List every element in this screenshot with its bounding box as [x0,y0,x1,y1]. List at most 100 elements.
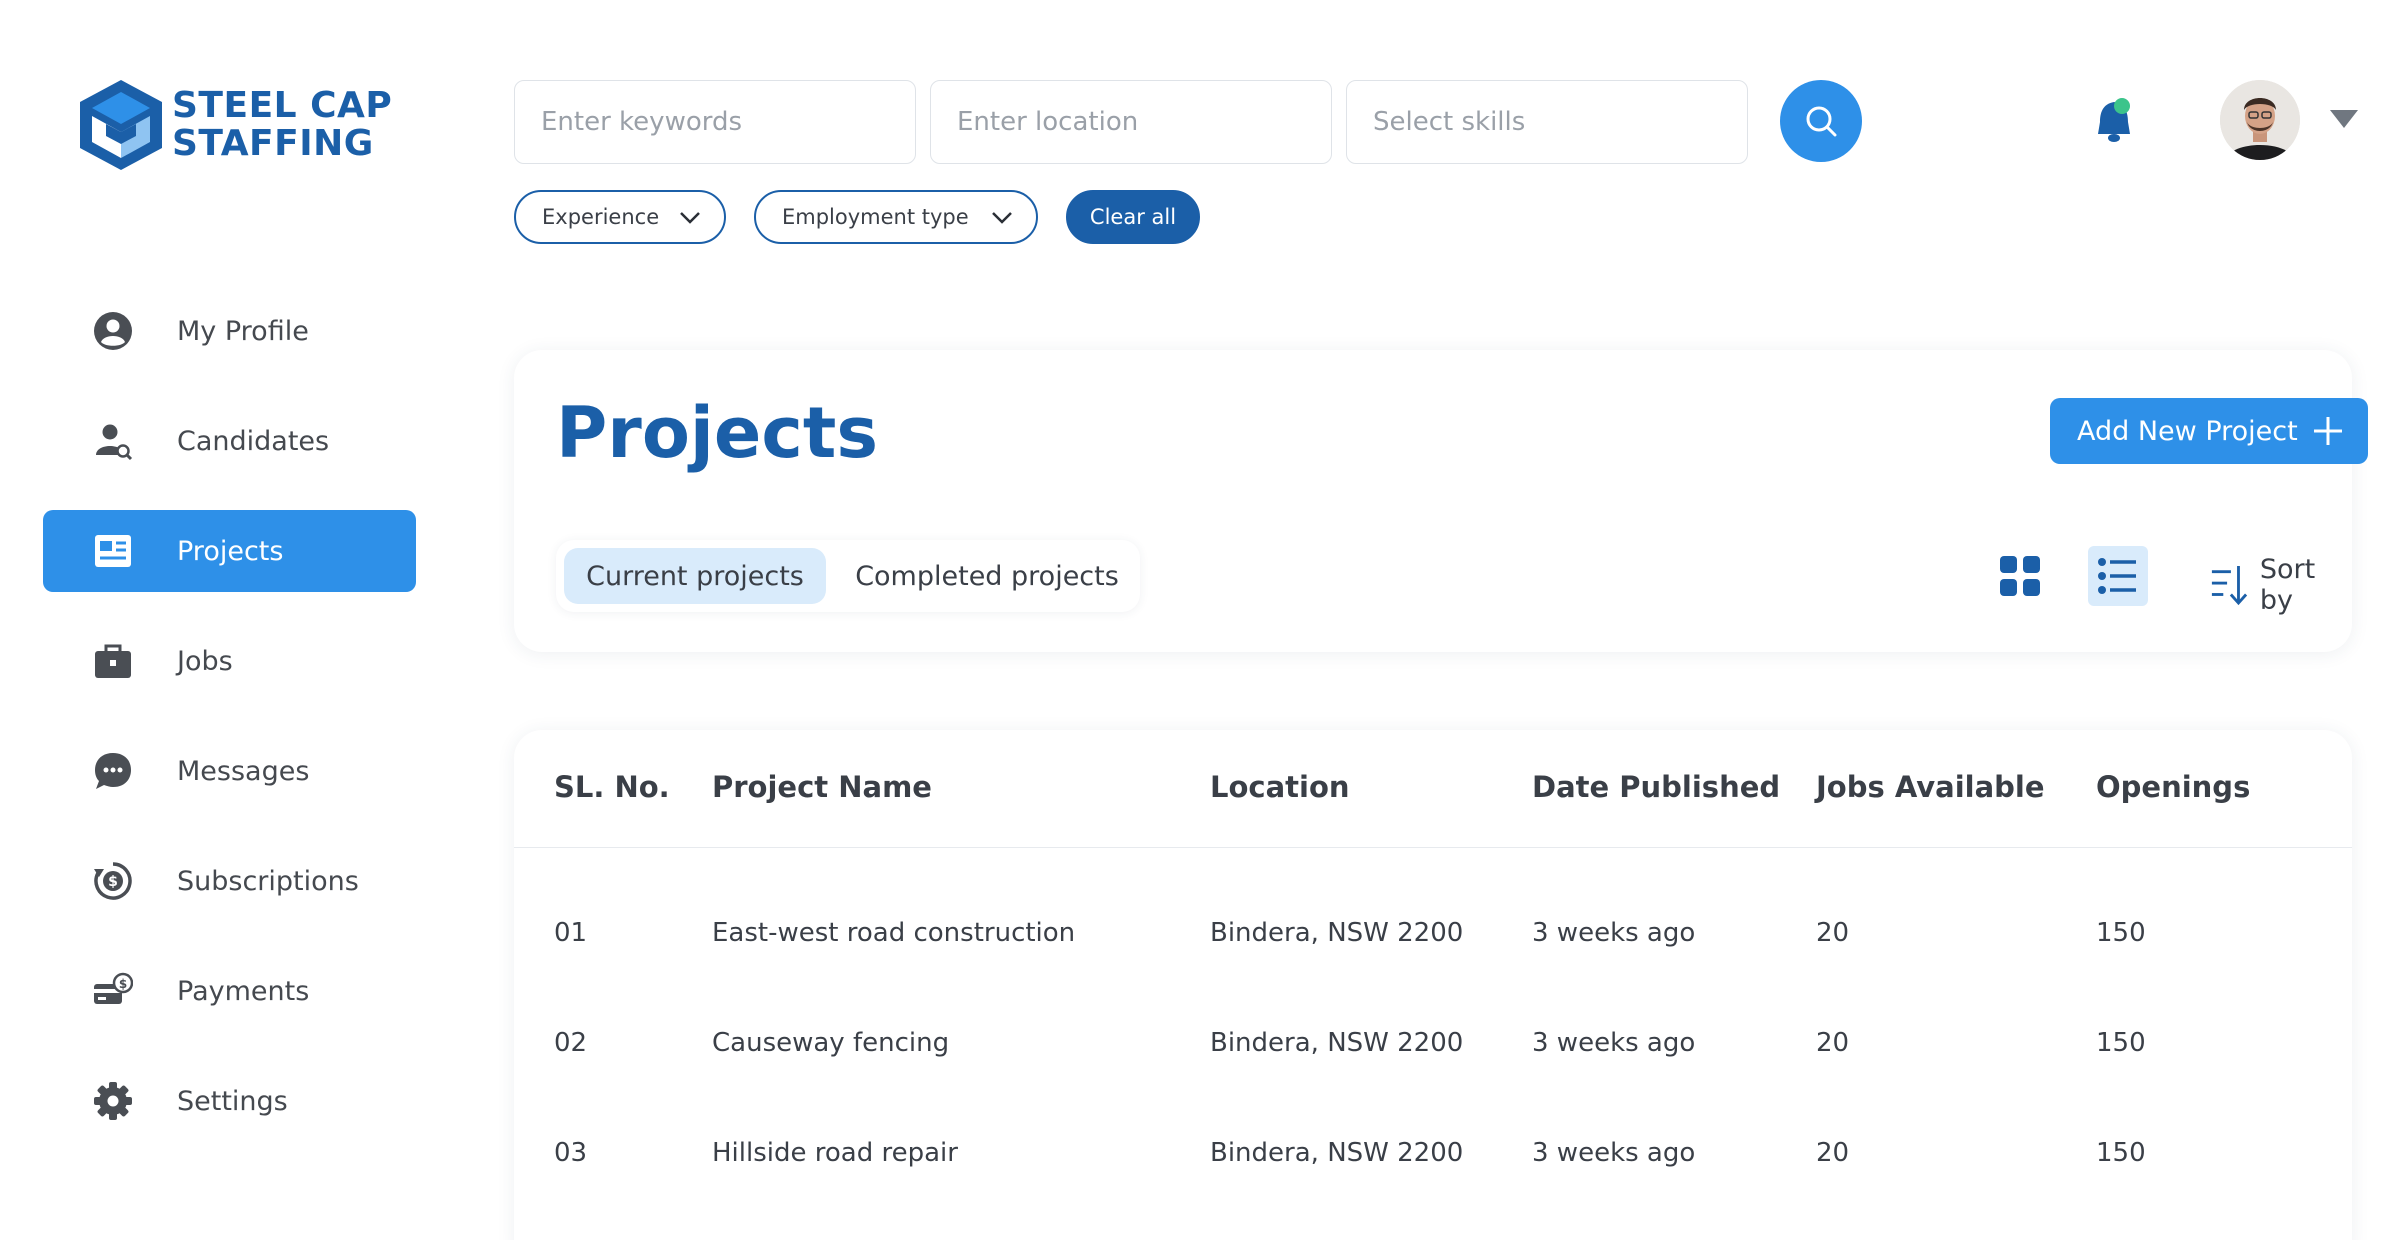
tab-label: Current projects [586,560,804,592]
payments-icon: $ [93,971,134,1011]
projects-icon [93,531,133,571]
employment-type-filter-label: Employment type [782,205,969,229]
candidate-search-icon [93,421,133,461]
employment-type-filter[interactable]: Employment type [754,190,1038,244]
account-menu-caret-icon[interactable] [2330,110,2358,128]
table-row[interactable]: 01 East-west road construction Bindera, … [514,918,2352,1028]
cell-sl-no: 03 [554,1138,588,1168]
add-new-project-button[interactable]: Add New Project [2050,398,2368,464]
project-tabs: Current projects Completed projects [556,540,1140,612]
cell-project-name[interactable]: Hillside road repair [712,1138,958,1168]
experience-filter[interactable]: Experience [514,190,726,244]
subscription-icon: $ [93,861,133,901]
brand-name: STEEL CAP STAFFING [172,87,392,163]
sidebar-item-label: Subscriptions [177,865,359,897]
cell-sl-no: 01 [554,918,588,948]
sidebar-item-label: Candidates [177,425,330,457]
brand-line-1: STEEL CAP [172,85,393,126]
chevron-down-icon [680,212,700,224]
cell-project-name[interactable]: East-west road construction [712,918,1075,948]
sidebar-item-candidates[interactable]: Candidates [43,400,416,482]
table-row[interactable]: 02 Causeway fencing Bindera, NSW 2200 3 … [514,1028,2352,1138]
user-circle-icon [93,311,133,351]
add-new-project-label: Add New Project [2077,415,2298,447]
sidebar-item-label: Jobs [177,645,233,677]
column-header-sl-no[interactable]: SL. No. [554,770,670,804]
experience-filter-label: Experience [542,205,660,229]
cell-sl-no: 02 [554,1028,588,1058]
cell-jobs-available: 20 [1816,918,1850,948]
sidebar: STEEL CAP STAFFING My Profile Candidates… [0,0,458,1240]
sort-icon [2211,566,2248,606]
table-header: SL. No. Project Name Location Date Publi… [514,730,2352,848]
column-header-project-name[interactable]: Project Name [712,770,932,804]
notification-dot [2114,98,2130,114]
avatar[interactable] [2220,80,2300,160]
keywords-placeholder: Enter keywords [541,107,743,137]
briefcase-icon [93,641,133,681]
keywords-input[interactable]: Enter keywords [514,80,916,164]
table-row[interactable]: 03 Hillside road repair Bindera, NSW 220… [514,1138,2352,1240]
clear-all-label: Clear all [1089,205,1177,229]
column-header-jobs-available[interactable]: Jobs Available [1816,770,2045,804]
search-icon [1806,106,1837,137]
sidebar-item-label: My Profile [177,315,309,347]
cell-project-name[interactable]: Causeway fencing [712,1028,949,1058]
cell-location: Bindera, NSW 2200 [1210,1138,1464,1168]
sidebar-item-settings[interactable]: Settings [43,1060,416,1142]
skills-placeholder: Select skills [1373,107,1526,137]
search-button[interactable] [1780,80,1862,162]
chat-bubble-icon [93,751,133,791]
cell-date-published: 3 weeks ago [1532,918,1696,948]
sidebar-item-subscriptions[interactable]: $ Subscriptions [43,840,416,922]
sidebar-item-my-profile[interactable]: My Profile [43,290,416,372]
cell-openings: 150 [2096,918,2146,948]
clear-all-button[interactable]: Clear all [1066,190,1200,244]
cell-date-published: 3 weeks ago [1532,1138,1696,1168]
skills-select[interactable]: Select skills [1346,80,1748,164]
notifications-button[interactable] [2088,92,2148,152]
tab-completed-projects[interactable]: Completed projects [842,548,1132,604]
grid-view-icon [2000,556,2040,596]
page-title: Projects [556,392,879,474]
sidebar-item-label: Messages [177,755,310,787]
sidebar-item-jobs[interactable]: Jobs [43,620,416,702]
cell-openings: 150 [2096,1028,2146,1058]
tab-current-projects[interactable]: Current projects [564,548,826,604]
location-input[interactable]: Enter location [930,80,1332,164]
main-content: Enter keywords Enter location Select ski… [458,0,2400,1240]
cell-location: Bindera, NSW 2200 [1210,1028,1464,1058]
sort-by-label: Sort by [2259,554,2316,616]
brand-line-2: STAFFING [172,123,374,164]
cell-jobs-available: 20 [1816,1138,1850,1168]
brand-logo[interactable]: STEEL CAP STAFFING [78,78,392,172]
sidebar-item-label: Settings [177,1085,288,1117]
projects-table: SL. No. Project Name Location Date Publi… [514,730,2352,1240]
chevron-down-icon [992,212,1012,224]
sidebar-item-label: Payments [177,975,310,1007]
bell-icon [2098,98,2130,142]
sidebar-nav: My Profile Candidates Projects Jobs Mess… [43,290,416,1170]
svg-text:$: $ [108,874,118,890]
column-header-location[interactable]: Location [1210,770,1350,804]
steel-cap-logo-icon [80,80,162,170]
sidebar-item-projects[interactable]: Projects [43,510,416,592]
user-avatar-image [2220,80,2300,160]
column-header-openings[interactable]: Openings [2096,770,2250,804]
cell-date-published: 3 weeks ago [1532,1028,1696,1058]
sidebar-item-payments[interactable]: $ Payments [43,950,416,1032]
list-view-icon [2098,558,2136,594]
sidebar-item-messages[interactable]: Messages [43,730,416,812]
gear-icon [93,1081,133,1121]
cell-location: Bindera, NSW 2200 [1210,918,1464,948]
grid-view-button[interactable] [1998,554,2042,598]
location-placeholder: Enter location [957,107,1139,137]
projects-header-card: Projects Add New Project Current project… [514,350,2368,652]
sort-by-button[interactable]: Sort by [2210,554,2352,616]
tab-label: Completed projects [855,560,1119,592]
cell-jobs-available: 20 [1816,1028,1850,1058]
sidebar-item-label: Projects [177,535,284,567]
svg-text:$: $ [119,977,127,991]
column-header-date-published[interactable]: Date Published [1532,770,1780,804]
list-view-button[interactable] [2088,546,2148,606]
